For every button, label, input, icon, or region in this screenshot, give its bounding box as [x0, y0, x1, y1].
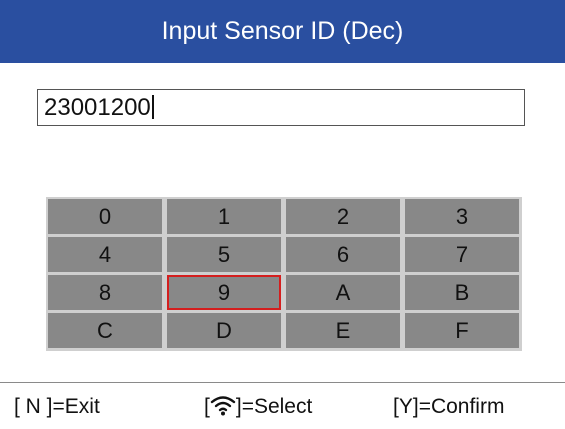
select-label: =Select — [241, 395, 313, 418]
key-e[interactable]: E — [286, 313, 400, 348]
hex-keypad: 0 1 2 3 4 5 6 7 8 9 A B C D E F — [46, 197, 522, 351]
exit-hint[interactable]: [ N ]=Exit — [14, 394, 100, 420]
key-8[interactable]: 8 — [48, 275, 162, 310]
key-2[interactable]: 2 — [286, 199, 400, 234]
key-a[interactable]: A — [286, 275, 400, 310]
wifi-icon — [210, 396, 236, 416]
key-hints-footer: [ N ]=Exit [ ]=Select [Y]=Confirm — [0, 383, 565, 429]
exit-label: =Exit — [52, 395, 100, 418]
key-1[interactable]: 1 — [167, 199, 281, 234]
confirm-label: =Confirm — [418, 395, 505, 418]
page-title: Input Sensor ID (Dec) — [0, 0, 565, 63]
text-caret — [151, 95, 154, 119]
confirm-hint[interactable]: [Y]=Confirm — [393, 394, 504, 420]
key-3[interactable]: 3 — [405, 199, 519, 234]
key-0[interactable]: 0 — [48, 199, 162, 234]
key-5[interactable]: 5 — [167, 237, 281, 272]
confirm-key: [Y] — [393, 395, 419, 418]
key-f[interactable]: F — [405, 313, 519, 348]
sensor-id-value: 23001200 — [44, 94, 151, 121]
sensor-id-input[interactable]: 23001200 — [37, 89, 525, 126]
select-hint[interactable]: [ ]=Select — [204, 394, 312, 420]
tpms-screen: Input Sensor ID (Dec) 23001200 0 1 2 3 4… — [0, 0, 565, 429]
exit-key: [ N ] — [14, 395, 53, 418]
key-d[interactable]: D — [167, 313, 281, 348]
key-b[interactable]: B — [405, 275, 519, 310]
key-4[interactable]: 4 — [48, 237, 162, 272]
key-7[interactable]: 7 — [405, 237, 519, 272]
key-9-selected[interactable]: 9 — [167, 275, 281, 310]
key-c[interactable]: C — [48, 313, 162, 348]
key-6[interactable]: 6 — [286, 237, 400, 272]
